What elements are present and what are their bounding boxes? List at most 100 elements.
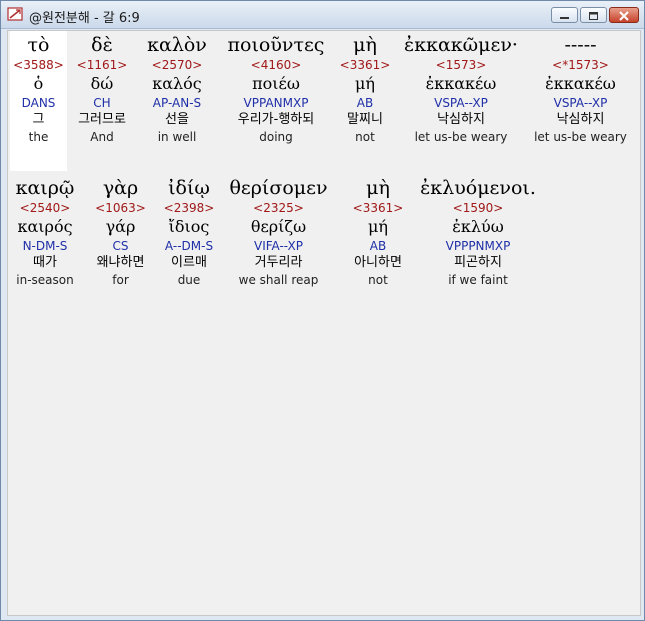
lexical-form: καιρός [17, 217, 73, 236]
english-gloss: if we faint [448, 273, 508, 287]
strongs-number: <1161> [76, 58, 128, 72]
parsing-code: AP-AN-S [152, 96, 202, 110]
minimize-button[interactable] [551, 7, 578, 23]
korean-gloss: 왜냐하면 [96, 255, 145, 270]
maximize-button[interactable] [580, 7, 607, 23]
strongs-number: <3588> [13, 58, 64, 72]
lexical-form: μή [368, 217, 388, 236]
greek-word: θερίσομεν [229, 177, 328, 199]
greek-word: δὲ [91, 34, 113, 56]
parsing-code: CH [93, 96, 111, 110]
lexical-form: ἐκλύω [452, 217, 504, 236]
word-block[interactable]: ἐκκακῶμεν· <1573> ἐκκακέω VSPA--XP 낙심하지 … [401, 33, 521, 145]
lexical-form: ἐκκακέω [545, 74, 616, 93]
window-title: @원전분해 - 갈 6:9 [29, 11, 140, 26]
lexical-form: μή [355, 74, 375, 93]
parsing-code: AB [369, 239, 387, 253]
korean-gloss: 말찌니 [347, 112, 383, 127]
strongs-number: <3361> [352, 201, 404, 215]
strongs-number: <1590> [452, 201, 504, 215]
word-block[interactable]: ἐκλυόμενοι. <1590> ἐκλύω VPPPNMXP 피곤하지 i… [413, 176, 543, 288]
word-block[interactable]: ----- <*1573> ἐκκακέω VSPA--XP 낙심하지 let … [523, 33, 638, 145]
strongs-number: <2398> [163, 201, 215, 215]
greek-word: ----- [564, 34, 597, 56]
english-gloss: in well [157, 130, 197, 144]
parsing-code: DANS [21, 96, 56, 110]
lexical-form: γάρ [105, 217, 136, 236]
lexical-form: ὁ [33, 74, 44, 93]
english-gloss: we shall reap [238, 273, 319, 287]
title-bar[interactable]: @원전분해 - 갈 6:9 [1, 1, 644, 29]
strongs-number: <2325> [253, 201, 304, 215]
strongs-number: <1573> [435, 58, 487, 72]
korean-gloss: 아니하면 [354, 255, 402, 270]
greek-word: καιρῷ [15, 177, 75, 199]
parsing-code: VIFA--XP [253, 239, 303, 253]
word-block[interactable]: ἰδίῳ <2398> ἴδιος A--DM-S 이르매 due [159, 176, 219, 288]
english-gloss: in-season [16, 273, 74, 287]
parsing-code: N-DM-S [22, 239, 68, 253]
strongs-number: <1063> [95, 201, 146, 215]
korean-gloss: 그 [32, 112, 45, 127]
greek-word: ἰδίῳ [168, 177, 210, 199]
english-gloss: doing [259, 130, 293, 144]
interlinear-panel: τὸ <3588> ὁ DANS 그 the δὲ <1161> δώ CH 그… [7, 30, 641, 616]
parsing-code: VSPA--XP [434, 96, 488, 110]
app-window: @원전분해 - 갈 6:9 τὸ <3588> ὁ DANS 그 the δὲ … [0, 0, 645, 621]
korean-gloss: 낙심하지 [437, 112, 485, 127]
parsing-code: VPPANMXP [243, 96, 309, 110]
english-gloss: the [28, 130, 49, 144]
word-block[interactable]: καλὸν <2570> καλός AP-AN-S 선을 in well [137, 33, 217, 145]
close-icon [619, 11, 629, 21]
korean-gloss: 선을 [165, 112, 189, 127]
strongs-number: <4160> [250, 58, 302, 72]
word-block[interactable]: τὸ <3588> ὁ DANS 그 the [10, 33, 67, 145]
english-gloss: And [90, 130, 114, 144]
lexical-form: καλός [152, 74, 202, 93]
greek-word: μὴ [353, 34, 377, 56]
korean-gloss: 때가 [33, 255, 57, 270]
english-gloss: for [112, 273, 129, 287]
lexical-form: ποιέω [252, 74, 300, 93]
korean-gloss: 그러므로 [78, 112, 126, 127]
greek-word: καλὸν [147, 34, 207, 56]
lexical-form: δώ [90, 74, 114, 93]
english-gloss: not [355, 130, 375, 144]
close-button[interactable] [609, 7, 639, 23]
greek-word: τὸ [27, 34, 50, 56]
english-gloss: due [177, 273, 201, 287]
english-gloss: let us-be weary [534, 130, 627, 144]
app-icon [7, 7, 23, 21]
maximize-icon [589, 12, 598, 20]
word-block[interactable]: μὴ <3361> μή AB 말찌니 not [335, 33, 395, 145]
korean-gloss: 우리가-행하되 [237, 112, 315, 127]
greek-word: ἐκλυόμενοι. [420, 177, 536, 199]
parsing-code: CS [112, 239, 129, 253]
korean-gloss: 거두리라 [254, 255, 303, 270]
parsing-code: VSPA--XP [553, 96, 608, 110]
greek-word: μὴ [366, 177, 390, 199]
strongs-number: <2570> [151, 58, 203, 72]
lexical-form: ἐκκακέω [425, 74, 497, 93]
parsing-code: VPPPNMXP [445, 239, 511, 253]
greek-word: ποιοῦντες [227, 34, 325, 56]
parsing-code: AB [356, 96, 374, 110]
strongs-number: <2540> [19, 201, 71, 215]
word-block[interactable]: γὰρ <1063> γάρ CS 왜냐하면 for [83, 176, 158, 288]
word-block[interactable]: δὲ <1161> δώ CH 그러므로 And [67, 33, 137, 145]
greek-word: γὰρ [102, 177, 139, 199]
english-gloss: let us-be weary [414, 130, 508, 144]
word-block[interactable]: καιρῷ <2540> καιρός N-DM-S 때가 in-season [10, 176, 80, 288]
lexical-form: θερίζω [250, 217, 307, 236]
greek-word: ἐκκακῶμεν· [404, 34, 518, 56]
word-block[interactable]: μὴ <3361> μή AB 아니하면 not [343, 176, 413, 288]
lexical-form: ἴδιος [168, 217, 210, 236]
korean-gloss: 낙심하지 [556, 112, 605, 127]
word-block[interactable]: θερίσομεν <2325> θερίζω VIFA--XP 거두리라 we… [221, 176, 336, 288]
word-block[interactable]: ποιοῦντες <4160> ποιέω VPPANMXP 우리가-행하되 … [217, 33, 335, 145]
minimize-icon [560, 17, 569, 19]
korean-gloss: 이르매 [171, 255, 207, 270]
strongs-number: <*1573> [552, 58, 609, 72]
strongs-number: <3361> [339, 58, 391, 72]
english-gloss: not [368, 273, 388, 287]
